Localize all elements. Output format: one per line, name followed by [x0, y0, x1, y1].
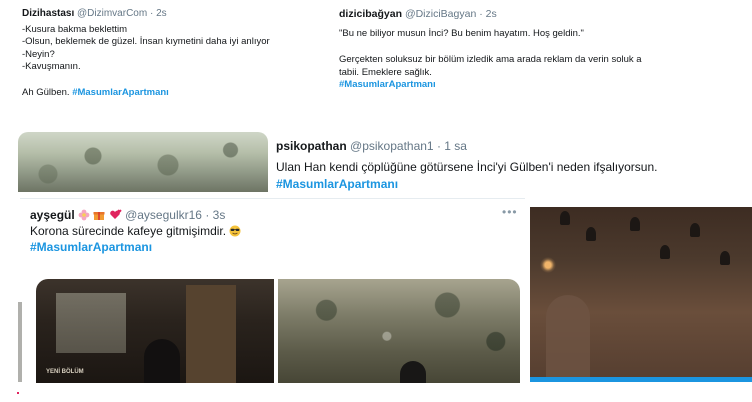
- image-lamp-shape: [560, 211, 570, 225]
- separator: ·: [436, 139, 441, 153]
- image-edge-sliver: [18, 302, 22, 382]
- tweet-media-image[interactable]: [18, 132, 268, 192]
- tweet-body: ayşegül @aysegulkr16 · 3s Korona sürecin…: [30, 207, 510, 255]
- hashtag-link[interactable]: #MasumlarApartmanı: [339, 79, 752, 92]
- tweet-dizihastasi[interactable]: Dizihastası @DizimvarCom · 2s -Kusura ba…: [22, 8, 332, 126]
- tweet-text-line: Korona sürecinde kafeye gitmişimdir.: [30, 223, 510, 239]
- image-lamp-shape: [630, 217, 640, 231]
- image-progress-bar: [530, 377, 752, 382]
- image-lamp-shape: [660, 245, 670, 259]
- hashtag-link[interactable]: #MasumlarApartmanı: [72, 87, 169, 98]
- image-light-glow: [540, 257, 556, 273]
- tweet-text-line: Gerçekten soluksuz bir bölüm izledik ama…: [339, 54, 642, 65]
- tweet-text: Ulan Han kendi çöplüğüne götürsene İnci'…: [276, 160, 658, 174]
- timestamp[interactable]: 2s: [156, 8, 167, 19]
- author-name[interactable]: dizicibağyan: [339, 8, 402, 20]
- tweet-text-line: -Olsun, beklemek de güzel. İnsan kıymeti…: [22, 36, 270, 47]
- tweet-text: Korona sürecinde kafeye gitmişimdir.: [30, 224, 227, 238]
- image-overlay-label: YENİ BÖLÜM: [46, 369, 84, 375]
- image-window-shape: [56, 293, 126, 353]
- tweet-media-image-right[interactable]: [530, 207, 752, 382]
- gift-icon: [93, 212, 105, 220]
- tweet-body: psikopathan @psikopathan1 · 1 sa Ulan Ha…: [276, 138, 752, 193]
- timestamp[interactable]: 2s: [486, 8, 497, 20]
- author-name[interactable]: ayşegül: [30, 208, 75, 222]
- tweet-media-image-1[interactable]: [36, 279, 274, 383]
- image-lamp-shape: [690, 223, 700, 237]
- tweet-text-line: -Neyin?: [22, 48, 55, 60]
- timestamp[interactable]: 1 sa: [444, 139, 467, 153]
- tweet-header: ayşegül @aysegulkr16 · 3s: [30, 207, 510, 223]
- author-name[interactable]: Dizihastası: [22, 8, 74, 19]
- author-handle[interactable]: @DizimvarCom: [77, 8, 147, 19]
- tweet-header: dizicibağyan @DiziciBagyan · 2s: [339, 8, 752, 21]
- tweet-text-line: -Kavuşmanın.: [22, 61, 81, 72]
- stray-dot: [17, 392, 19, 394]
- image-person-shape: [400, 361, 426, 383]
- author-handle[interactable]: @psikopathan1: [350, 139, 434, 153]
- flower-icon: [78, 209, 90, 221]
- tweet-media-image-2[interactable]: [278, 279, 520, 383]
- cool-face-icon: [229, 225, 241, 237]
- tweet-closing-line: Ah Gülben. #MasumlarApartmanı: [22, 87, 332, 100]
- more-options-button[interactable]: •••: [502, 205, 518, 219]
- image-person-shape: [144, 339, 180, 383]
- author-handle[interactable]: @aysegulkr16: [125, 208, 202, 222]
- tweet-aysegul[interactable]: ayşegül @aysegulkr16 · 3s Korona sürecin…: [20, 198, 525, 383]
- tweet-quote: "Bu ne biliyor musun İnci? Bu benim haya…: [339, 27, 584, 39]
- image-lamp-shape: [720, 251, 730, 265]
- author-name[interactable]: psikopathan: [276, 139, 347, 153]
- image-door-shape: [186, 285, 236, 383]
- author-handle[interactable]: @DiziciBagyan: [405, 8, 476, 20]
- separator: ·: [479, 8, 483, 20]
- image-person-shape: [546, 295, 590, 382]
- separator: ·: [205, 208, 210, 222]
- separator: ·: [149, 8, 154, 19]
- tweet-dizicibagyan[interactable]: dizicibağyan @DiziciBagyan · 2s "Bu ne b…: [339, 8, 752, 126]
- tweet-header: Dizihastası @DizimvarCom · 2s: [22, 8, 332, 21]
- hearts-icon: [109, 209, 122, 219]
- tweet-text-line: tabii. Emeklere sağlık.: [339, 66, 432, 78]
- tweet-closing-text: Ah Gülben.: [22, 86, 70, 98]
- tweet-header: psikopathan @psikopathan1 · 1 sa: [276, 138, 752, 155]
- hashtag-link[interactable]: #MasumlarApartmanı: [30, 239, 510, 255]
- image-lamp-shape: [586, 227, 596, 241]
- timestamp[interactable]: 3s: [213, 208, 226, 222]
- tweet-text-line: -Kusura bakma beklettim: [22, 23, 128, 35]
- hashtag-link[interactable]: #MasumlarApartmanı: [276, 176, 752, 193]
